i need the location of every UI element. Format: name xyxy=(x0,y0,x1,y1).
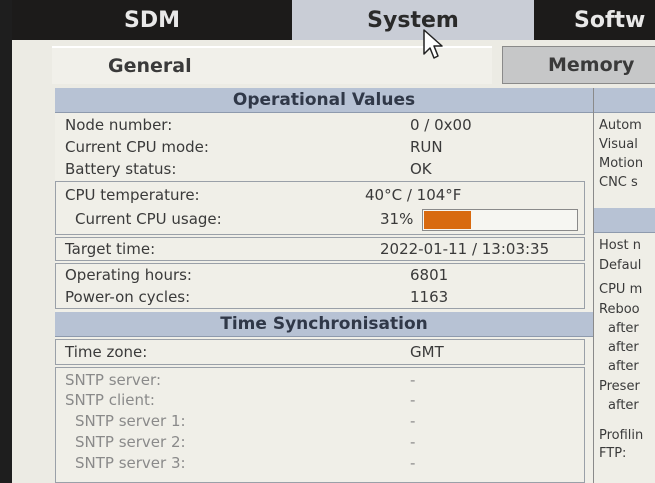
row-sntp-server-2: SNTP server 2: - xyxy=(55,431,593,453)
sub-navigation: General Memory xyxy=(12,40,655,86)
tab-general-label: General xyxy=(108,55,192,77)
node-number-label: Node number: xyxy=(65,116,173,134)
mouse-cursor-icon xyxy=(423,29,443,59)
sntp-server-2-value: - xyxy=(410,433,416,451)
tab-sdm[interactable]: SDM xyxy=(12,0,292,40)
tab-software-label: Softw xyxy=(574,7,646,33)
right-item: Visual xyxy=(599,137,638,152)
tab-sdm-label: SDM xyxy=(124,7,180,33)
right-item: Defaul xyxy=(599,258,642,273)
right-item: CNC s xyxy=(599,175,638,190)
row-sntp-server: SNTP server: - xyxy=(55,369,593,391)
row-cpu-temp: CPU temperature: 40°C / 104°F xyxy=(55,184,593,206)
time-zone-value: GMT xyxy=(410,343,444,361)
right-item: Host n xyxy=(599,238,641,253)
cpu-usage-bar-fill xyxy=(424,211,471,229)
right-panel-partial: Autom Visual Motion CNC s Host n Defaul … xyxy=(593,88,655,483)
row-cpu-mode: Current CPU mode: RUN xyxy=(55,136,593,158)
sntp-server-1-value: - xyxy=(410,412,416,430)
right-item: Preser xyxy=(599,379,640,394)
power-cycles-label: Power-on cycles: xyxy=(65,288,191,306)
right-item: Autom xyxy=(599,118,642,133)
operational-title: Operational Values xyxy=(232,90,416,110)
timesync-title: Time Synchronisation xyxy=(220,314,428,334)
tab-system[interactable]: System xyxy=(292,0,534,40)
row-time-zone: Time zone: GMT xyxy=(55,341,593,363)
row-sntp-client: SNTP client: - xyxy=(55,389,593,411)
right-item: after xyxy=(608,359,639,374)
time-zone-label: Time zone: xyxy=(65,343,148,361)
sntp-server-3-value: - xyxy=(410,454,416,472)
row-operating-hours: Operating hours: 6801 xyxy=(55,264,593,286)
sntp-server-1-label: SNTP server 1: xyxy=(75,412,186,430)
general-panel: Operational Values Node number: 0 / 0x00… xyxy=(55,88,593,483)
target-time-value: 2022-01-11 / 13:03:35 xyxy=(380,240,550,258)
power-cycles-value: 1163 xyxy=(410,288,449,306)
operating-hours-label: Operating hours: xyxy=(65,266,192,284)
battery-value: OK xyxy=(410,160,432,178)
right-item: Profilin xyxy=(599,428,644,443)
node-number-value: 0 / 0x00 xyxy=(410,116,472,134)
right-item: FTP: xyxy=(599,446,627,461)
tab-software[interactable]: Softw xyxy=(534,0,655,40)
cpu-mode-value: RUN xyxy=(410,138,443,156)
cpu-mode-label: Current CPU mode: xyxy=(65,138,209,156)
section-header-timesync: Time Synchronisation xyxy=(55,312,593,337)
row-node-number: Node number: 0 / 0x00 xyxy=(55,114,593,136)
row-cpu-usage: Current CPU usage: 31% xyxy=(55,208,593,234)
sntp-server-3-label: SNTP server 3: xyxy=(75,454,186,472)
hmi-screen: SDM System Softw General Memory Operatio… xyxy=(12,0,655,483)
sntp-server-2-label: SNTP server 2: xyxy=(75,433,186,451)
right-item: after xyxy=(608,321,639,336)
row-target-time: Target time: 2022-01-11 / 13:03:35 xyxy=(55,238,593,260)
right-item: Reboo xyxy=(599,302,640,317)
row-sntp-server-3: SNTP server 3: - xyxy=(55,452,593,474)
sntp-server-label: SNTP server: xyxy=(65,371,161,389)
row-sntp-server-1: SNTP server 1: - xyxy=(55,410,593,432)
right-item: CPU m xyxy=(599,282,643,297)
cpu-usage-label: Current CPU usage: xyxy=(75,210,222,228)
top-navigation: SDM System Softw xyxy=(12,0,655,40)
right-item: Motion xyxy=(599,156,644,171)
right-item: after xyxy=(608,340,639,355)
sntp-client-label: SNTP client: xyxy=(65,391,155,409)
cpu-temp-label: CPU temperature: xyxy=(65,186,200,204)
tab-memory[interactable]: Memory xyxy=(502,46,655,84)
tab-memory-label: Memory xyxy=(548,54,635,76)
section-header-operational: Operational Values xyxy=(55,88,593,113)
operating-hours-value: 6801 xyxy=(410,266,449,284)
row-battery: Battery status: OK xyxy=(55,158,593,180)
battery-label: Battery status: xyxy=(65,160,177,178)
cpu-usage-value: 31% xyxy=(380,210,414,228)
cpu-temp-value: 40°C / 104°F xyxy=(365,186,462,204)
right-item: after xyxy=(608,398,639,413)
target-time-label: Target time: xyxy=(65,240,156,258)
row-power-cycles: Power-on cycles: 1163 xyxy=(55,286,593,308)
right-section-header-1 xyxy=(594,88,655,113)
sntp-server-value: - xyxy=(410,371,416,389)
right-section-header-2 xyxy=(594,208,655,233)
sntp-client-value: - xyxy=(410,391,416,409)
cpu-usage-bar xyxy=(422,209,578,231)
